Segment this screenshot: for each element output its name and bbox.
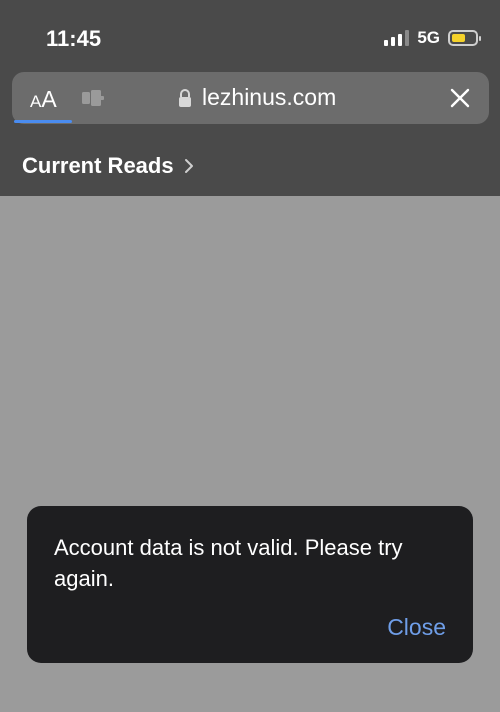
lock-icon [179, 89, 191, 107]
text-size-small-label: A [30, 92, 42, 111]
error-toast: Account data is not valid. Please try ag… [27, 506, 473, 663]
status-bar: 11:45 5G [0, 0, 500, 72]
battery-icon [448, 30, 481, 46]
signal-icon [384, 30, 410, 46]
address-bar[interactable]: A A lezhinus.com [12, 72, 489, 124]
toast-close-button[interactable]: Close [387, 614, 446, 641]
text-size-button[interactable]: A A [30, 86, 57, 113]
status-time: 11:45 [46, 26, 102, 51]
url-text[interactable]: lezhinus.com [202, 84, 336, 111]
toast-message: Account data is not valid. Please try ag… [54, 535, 403, 591]
text-size-big-label: A [41, 86, 57, 112]
chevron-right-icon [184, 159, 193, 173]
close-icon[interactable] [449, 87, 471, 109]
browser-chrome: 11:45 5G A A lezhinus.com Current Reads [0, 0, 500, 196]
breadcrumb-title[interactable]: Current Reads [22, 153, 174, 179]
battery-fill [452, 34, 466, 42]
extension-icon[interactable] [82, 90, 104, 106]
network-label: 5G [417, 28, 440, 47]
breadcrumb[interactable]: Current Reads [22, 153, 194, 179]
loading-progress-bar [14, 120, 72, 123]
status-indicators: 5G [384, 28, 481, 48]
